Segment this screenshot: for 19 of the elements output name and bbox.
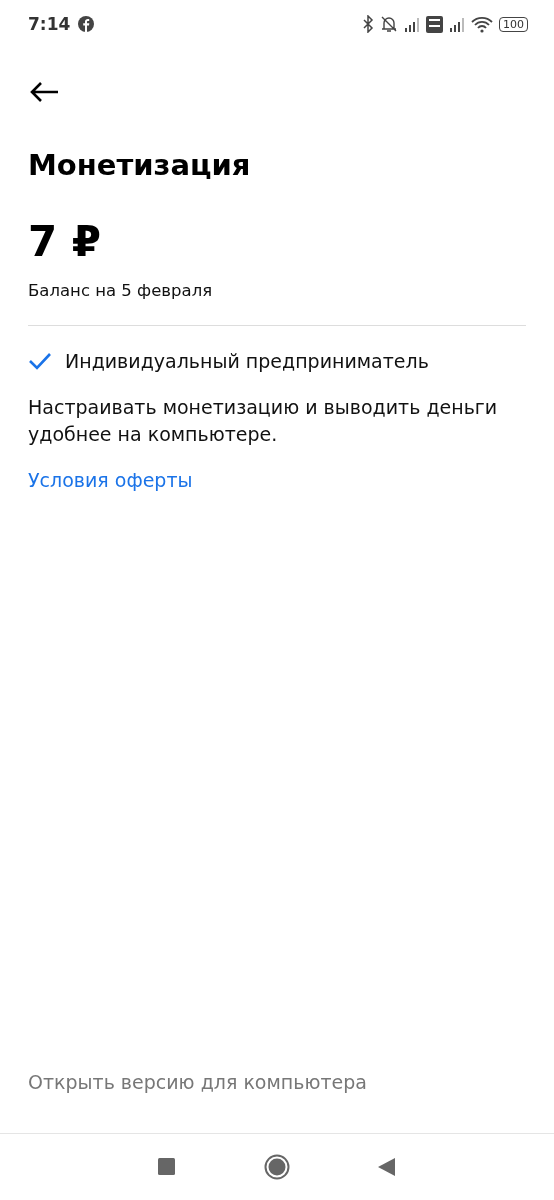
recents-button[interactable] (158, 1158, 176, 1176)
clock-time: 7:14 (28, 14, 71, 34)
wifi-icon (471, 15, 493, 33)
back-button[interactable] (28, 80, 60, 104)
balance-date: Баланс на 5 февраля (28, 281, 214, 300)
back-nav-button[interactable] (378, 1157, 396, 1177)
facebook-icon (78, 16, 95, 32)
bluetooth-icon (362, 15, 374, 33)
muted-bell-icon (380, 15, 398, 33)
desktop-version-link[interactable]: Открыть версию для компьютера (28, 1071, 367, 1093)
page-title: Монетизация (28, 147, 252, 183)
offer-link[interactable]: Условия оферты (28, 469, 193, 491)
signal-icon (449, 15, 465, 33)
home-button[interactable] (264, 1154, 290, 1180)
description-text: Настраивать монетизацию и выводить деньги удобнее на компьютере. (28, 395, 499, 447)
signal-icon (404, 15, 420, 33)
battery-indicator: 100 (499, 16, 528, 32)
status-label: Индивидуальный предприниматель (65, 350, 429, 372)
balance-amount: 7 ₽ (28, 217, 103, 267)
